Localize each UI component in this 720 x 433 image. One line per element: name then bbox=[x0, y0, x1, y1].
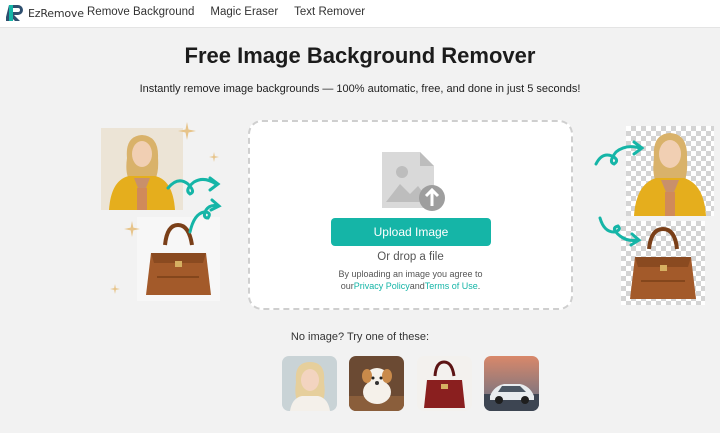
page-title: Free Image Background Remover bbox=[184, 43, 536, 68]
sample-handbag-thumbnail bbox=[417, 356, 472, 411]
curly-arrow-left-icon bbox=[166, 176, 222, 234]
sparkle-small-icon-2 bbox=[110, 284, 120, 294]
nav-magic-eraser[interactable]: Magic Eraser bbox=[210, 6, 278, 18]
privacy-policy-link[interactable]: Privacy Policy bbox=[354, 281, 410, 291]
curly-arrow-right-icon bbox=[594, 140, 645, 247]
drop-file-text: Or drop a file bbox=[377, 251, 444, 263]
logo-text: EzRemove bbox=[28, 6, 84, 20]
page-subtitle: Instantly remove image backgrounds — 100… bbox=[139, 83, 581, 95]
sparkle-icon-2 bbox=[124, 221, 140, 237]
logo[interactable]: EzRemove bbox=[6, 3, 84, 23]
ezremove-logo-icon bbox=[6, 5, 23, 21]
sample-car-thumbnail bbox=[484, 356, 539, 411]
sample-image-red-handbag[interactable] bbox=[417, 356, 472, 411]
terms-prefix: By uploading an image you agree to bbox=[338, 269, 483, 279]
upload-image-button[interactable]: Upload Image bbox=[331, 218, 491, 246]
terms-links-line: ourPrivacy PolicyandTerms of Use. bbox=[250, 280, 571, 292]
terms-and: and bbox=[409, 281, 425, 291]
image-upload-icon bbox=[382, 152, 445, 211]
upload-dropzone[interactable]: Upload Image Or drop a file By uploading… bbox=[248, 120, 573, 310]
terms-notice: By uploading an image you agree to ourPr… bbox=[250, 268, 571, 292]
sample-puppy-thumbnail bbox=[349, 356, 404, 411]
top-navigation-bar: EzRemove Remove Background Magic Eraser … bbox=[0, 0, 720, 28]
sparkle-icon bbox=[178, 122, 196, 140]
sample-image-puppy[interactable] bbox=[349, 356, 404, 411]
sample-image-car[interactable] bbox=[484, 356, 539, 411]
terms-period: . bbox=[477, 281, 481, 291]
sparkle-small-icon bbox=[209, 152, 219, 162]
nav-remove-background[interactable]: Remove Background bbox=[87, 6, 194, 18]
main-nav: Remove Background Magic Eraser Text Remo… bbox=[87, 6, 365, 18]
sample-image-woman[interactable] bbox=[282, 356, 337, 411]
terms-of-use-link[interactable]: Terms of Use bbox=[425, 281, 478, 291]
terms-our: our bbox=[340, 281, 354, 291]
sample-woman-thumbnail bbox=[282, 356, 337, 411]
sample-images-label: No image? Try one of these: bbox=[290, 331, 430, 343]
nav-text-remover[interactable]: Text Remover bbox=[294, 6, 365, 18]
